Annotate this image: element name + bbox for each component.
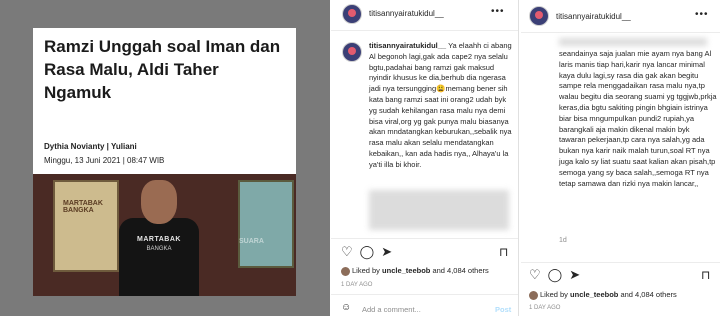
blurred-comment-top — [559, 38, 707, 46]
avatar[interactable] — [342, 4, 362, 24]
liker-avatar — [529, 290, 538, 300]
post-username[interactable]: titisannyairatukidul__ — [369, 9, 444, 18]
article-byline: Dythia Novianty | Yuliani — [44, 142, 137, 151]
more-options-icon[interactable]: ••• — [695, 9, 709, 20]
actions-divider — [331, 238, 518, 239]
comment-age: 1d — [559, 237, 567, 244]
news-article-card: Ramzi Unggah soal Iman dan Rasa Malu, Al… — [33, 28, 296, 296]
comment-divider — [331, 294, 518, 295]
liker-avatar — [341, 266, 350, 276]
likes-prefix: Liked by — [352, 266, 383, 275]
header-divider — [331, 30, 518, 31]
post-time: 1 DAY AGO — [341, 282, 373, 288]
likes-rest[interactable]: and 4,084 others — [430, 266, 488, 275]
likes-line: Liked by uncle_teebob and 4,084 others — [341, 266, 489, 276]
person-head — [141, 180, 177, 224]
poster-right — [238, 180, 294, 268]
post-caption: titisannyairatukidul__ Ya elaahh ci aban… — [369, 41, 513, 171]
post-username[interactable]: titisannyairatukidul__ — [556, 12, 631, 21]
share-icon[interactable]: ➤ — [569, 267, 580, 282]
blurred-comment — [369, 190, 509, 230]
article-date: Minggu, 13 Juni 2021 | 08:47 WIB — [44, 156, 165, 165]
liker-username[interactable]: uncle_teebob — [570, 290, 618, 299]
bookmark-icon[interactable]: ⊓ — [499, 245, 508, 259]
shirt-subtext: BANGKA — [146, 246, 172, 252]
liker-username[interactable]: uncle_teebob — [382, 266, 430, 275]
comment-input[interactable]: Add a comment... — [362, 305, 421, 314]
post-actions: ♡ ◯ ➤ — [529, 267, 587, 283]
emoji-icon[interactable]: ☺ — [341, 302, 351, 313]
article-photo: MARTABAK BANGKA MARTABAK BANGKA SUARA — [33, 174, 296, 296]
instagram-post-2: titisannyairatukidul__ ••• seandainya sa… — [521, 0, 720, 316]
post-actions: ♡ ◯ ➤ — [341, 244, 399, 260]
caption-username[interactable]: titisannyairatukidul__ — [369, 41, 446, 50]
post-time: 1 DAY AGO — [529, 305, 561, 311]
heart-icon[interactable]: ♡ — [341, 244, 353, 259]
comment-icon[interactable]: ◯ — [360, 244, 375, 259]
heart-icon[interactable]: ♡ — [529, 267, 541, 282]
photo-watermark: SUARA — [239, 238, 264, 245]
caption-text: Ya elaahh ci abang Al begonoh lagi,gak a… — [369, 41, 512, 169]
likes-rest[interactable]: and 4,084 others — [618, 290, 676, 299]
bookmark-icon[interactable]: ⊓ — [701, 268, 710, 282]
poster-left: MARTABAK BANGKA — [53, 180, 119, 272]
person-body — [119, 218, 199, 296]
likes-prefix: Liked by — [540, 290, 571, 299]
shirt-text: MARTABAK — [137, 236, 181, 243]
caption-avatar[interactable] — [342, 42, 362, 62]
post-comment-button[interactable]: Post — [495, 305, 511, 314]
header-divider — [521, 32, 720, 33]
more-options-icon[interactable]: ••• — [491, 6, 505, 17]
poster-title: MARTABAK BANGKA — [63, 200, 103, 214]
article-headline: Ramzi Unggah soal Iman dan Rasa Malu, Al… — [44, 37, 281, 102]
actions-divider — [521, 262, 720, 263]
instagram-post-1: titisannyairatukidul__ ••• titisannyaira… — [331, 0, 519, 316]
avatar[interactable] — [529, 6, 549, 26]
comment-text: seandainya saja jualan mie ayam nya bang… — [559, 49, 717, 188]
share-icon[interactable]: ➤ — [381, 244, 392, 259]
comment-icon[interactable]: ◯ — [548, 267, 563, 282]
likes-line: Liked by uncle_teebob and 4,084 others — [529, 290, 677, 300]
